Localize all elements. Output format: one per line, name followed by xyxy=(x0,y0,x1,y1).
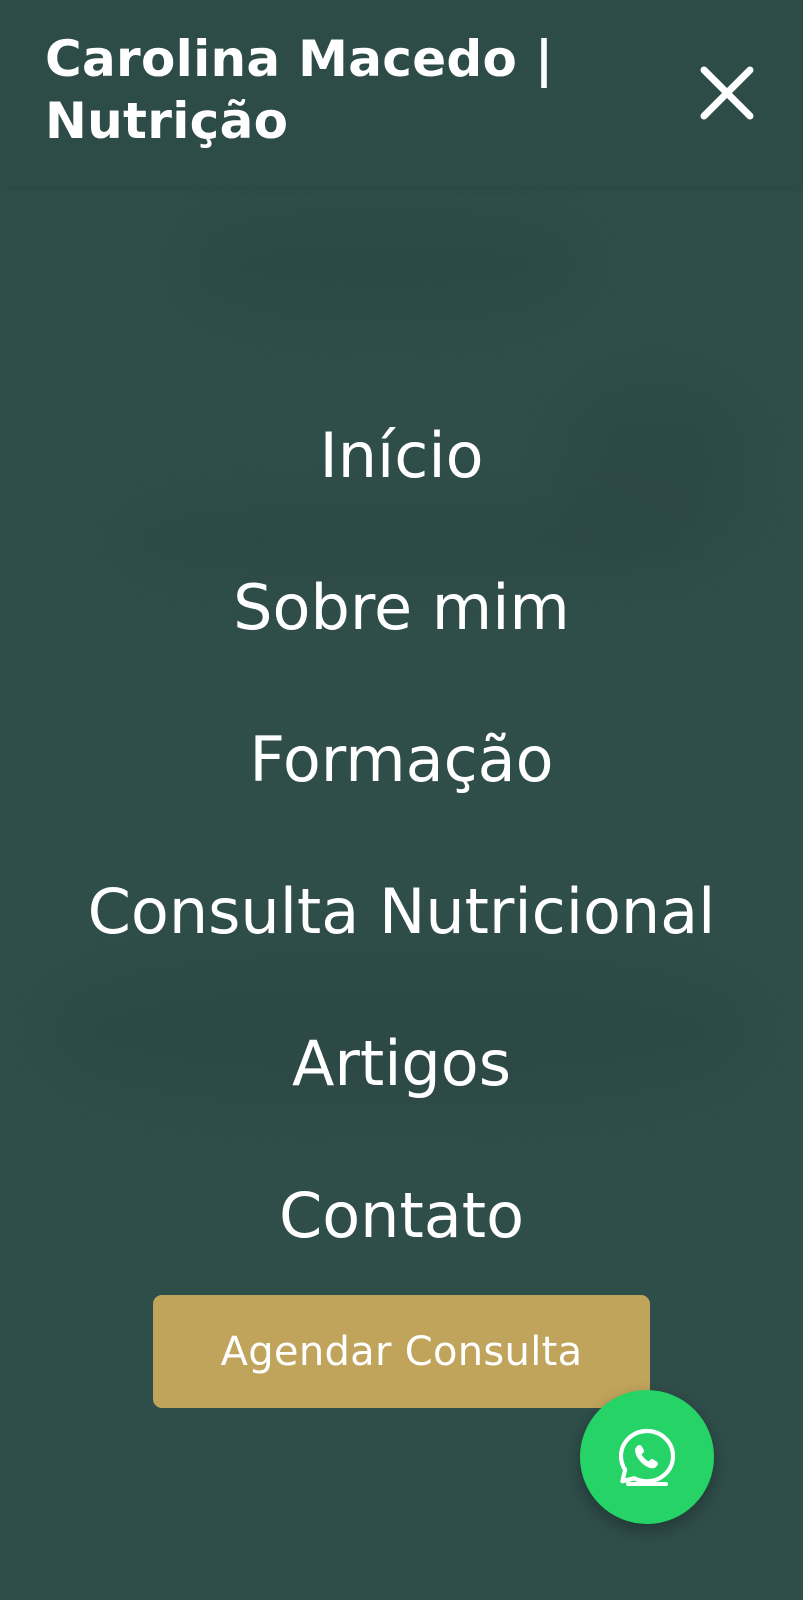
site-title[interactable]: Carolina Macedo | Nutrição xyxy=(45,28,605,152)
menu-item-contato[interactable]: Contato xyxy=(0,1140,803,1292)
whatsapp-icon xyxy=(618,1428,676,1486)
menu-item-formacao[interactable]: Formação xyxy=(0,684,803,836)
background-blur-shape xyxy=(190,205,580,325)
whatsapp-button[interactable] xyxy=(580,1390,714,1524)
menu-item-inicio[interactable]: Início xyxy=(0,380,803,532)
menu-item-consulta-nutricional[interactable]: Consulta Nutricional xyxy=(0,836,803,988)
close-menu-button[interactable] xyxy=(696,62,758,124)
main-navigation-menu: Início Sobre mim Formação Consulta Nutri… xyxy=(0,380,803,1292)
agendar-consulta-button[interactable]: Agendar Consulta xyxy=(153,1295,650,1408)
close-icon xyxy=(700,66,754,120)
menu-item-artigos[interactable]: Artigos xyxy=(0,988,803,1140)
menu-item-sobre-mim[interactable]: Sobre mim xyxy=(0,532,803,684)
site-header: Carolina Macedo | Nutrição xyxy=(0,0,803,186)
